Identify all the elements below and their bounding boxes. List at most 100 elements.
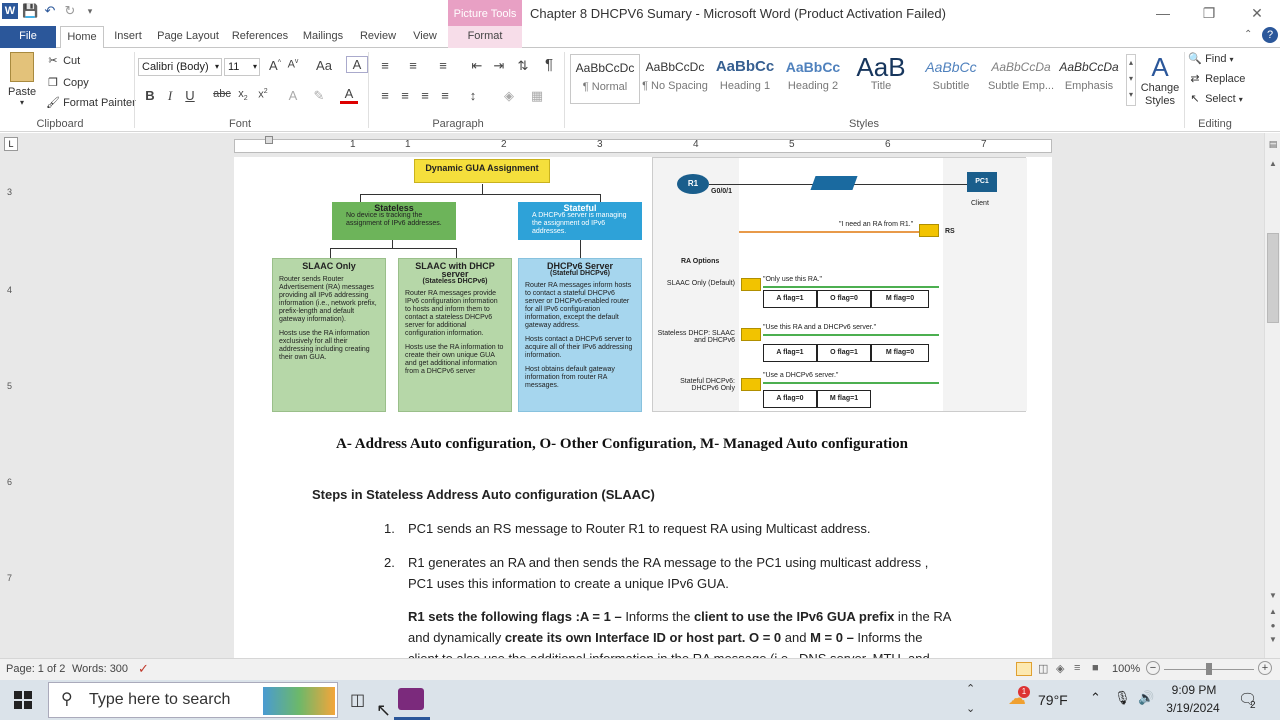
word-count[interactable]: Words: 300 bbox=[72, 663, 128, 675]
sort-icon[interactable]: ⇅ bbox=[514, 58, 532, 74]
help-icon[interactable]: ? bbox=[1262, 27, 1278, 43]
zoom-out-icon[interactable]: − bbox=[1146, 661, 1160, 675]
strikethrough-icon[interactable]: abc bbox=[211, 88, 233, 100]
microphone-icon[interactable]: 🎙 bbox=[1114, 690, 1131, 706]
tab-insert[interactable]: Insert bbox=[112, 26, 144, 48]
align-left-icon[interactable]: ≡ bbox=[376, 88, 394, 103]
weather-temp[interactable]: 79°F bbox=[1038, 692, 1068, 708]
draft-icon[interactable]: ■ bbox=[1092, 662, 1099, 674]
underline-icon[interactable]: U bbox=[181, 88, 199, 103]
teams-app-icon[interactable] bbox=[398, 688, 424, 710]
vertical-ruler[interactable]: 3 4 5 6 7 bbox=[0, 157, 22, 658]
align-center-icon[interactable]: ≡ bbox=[396, 88, 414, 103]
styles-scroll[interactable]: ▴ ▾ ▾ bbox=[1126, 54, 1136, 106]
tray-chevron-icon[interactable]: ⌃ bbox=[1090, 690, 1101, 706]
clock-date[interactable]: 3/19/2024 bbox=[1160, 701, 1226, 715]
style-heading-2[interactable]: AaBbCc Heading 2 bbox=[778, 54, 848, 104]
style-normal[interactable]: AaBbCcDc ¶ Normal bbox=[570, 54, 640, 104]
grow-font-icon[interactable]: A^ bbox=[266, 58, 284, 73]
chevron-down-icon[interactable]: ⌄ bbox=[966, 702, 975, 715]
zoom-level[interactable]: 100% bbox=[1112, 663, 1140, 675]
justify-icon[interactable]: ≡ bbox=[436, 88, 454, 103]
restore-icon[interactable]: ❐ bbox=[1194, 2, 1224, 24]
windows-start-icon[interactable] bbox=[14, 691, 32, 709]
change-styles-button[interactable]: A Change Styles bbox=[1138, 52, 1182, 108]
outline-icon[interactable]: ≡ bbox=[1074, 662, 1080, 674]
format-painter-button[interactable]: 🖌 Format Painter bbox=[46, 96, 136, 109]
full-screen-reading-icon[interactable]: ◫ bbox=[1038, 662, 1048, 675]
font-size-combo[interactable]: 11 ▾ bbox=[224, 58, 260, 76]
previous-page-icon[interactable]: ▲ bbox=[1267, 607, 1279, 616]
ruler-toggle-icon[interactable]: ▤ bbox=[1267, 139, 1279, 151]
tab-format[interactable]: Format bbox=[448, 26, 522, 48]
tab-file[interactable]: File bbox=[0, 26, 56, 48]
font-name-combo[interactable]: Calibri (Body) ▾ bbox=[138, 58, 222, 76]
word-app-icon[interactable]: W bbox=[2, 3, 18, 19]
line-spacing-icon[interactable]: ↕ bbox=[464, 88, 482, 103]
font-color-icon[interactable]: A bbox=[340, 86, 358, 104]
page-count[interactable]: Page: 1 of 2 bbox=[6, 663, 65, 675]
style-heading-1[interactable]: AaBbCc Heading 1 bbox=[710, 54, 780, 104]
chevron-up-icon[interactable]: ⌃ bbox=[966, 682, 975, 695]
web-layout-icon[interactable]: ◈ bbox=[1056, 662, 1064, 675]
tab-references[interactable]: References bbox=[230, 26, 290, 48]
bullets-icon[interactable]: ≡ bbox=[376, 58, 394, 73]
ribbon-minimize-icon[interactable]: ⌃ bbox=[1244, 29, 1252, 40]
dynamic-gua-diagram[interactable]: Dynamic GUA Assignment Stateless No devic… bbox=[272, 157, 647, 413]
vertical-scrollbar[interactable]: ▤ ▲ ▼ ▲ ● ▼ bbox=[1264, 133, 1280, 658]
volume-icon[interactable]: 🔊 bbox=[1138, 690, 1154, 706]
shrink-font-icon[interactable]: Av bbox=[284, 58, 302, 71]
taskbar-search-input[interactable]: ⚲ Type here to search bbox=[48, 682, 338, 718]
style-title[interactable]: AaB Title bbox=[846, 54, 916, 104]
show-formatting-icon[interactable]: ¶ bbox=[540, 56, 558, 73]
undo-icon[interactable]: ↶ bbox=[42, 3, 58, 19]
paste-button[interactable]: Paste ▾ bbox=[8, 52, 36, 107]
close-icon[interactable]: ✕ bbox=[1242, 2, 1272, 24]
select-button[interactable]: ↖ Select ▾ bbox=[1188, 92, 1242, 105]
numbering-icon[interactable]: ≡ bbox=[404, 58, 422, 73]
italic-icon[interactable]: I bbox=[161, 88, 179, 104]
customize-qat-icon[interactable]: ▾ bbox=[82, 3, 98, 19]
tab-home[interactable]: Home bbox=[60, 26, 104, 49]
style-subtitle[interactable]: AaBbCc Subtitle bbox=[916, 54, 986, 104]
copy-button[interactable]: ❐ Copy bbox=[46, 76, 89, 89]
indent-marker[interactable] bbox=[265, 136, 273, 144]
redo-icon[interactable]: ↻ bbox=[62, 3, 78, 19]
scroll-up-icon[interactable]: ▲ bbox=[1267, 159, 1279, 168]
replace-button[interactable]: ⇄ Replace bbox=[1188, 72, 1245, 85]
borders-icon[interactable]: ▦ bbox=[528, 88, 546, 104]
decrease-indent-icon[interactable]: ⇤ bbox=[468, 58, 486, 74]
tab-selector-icon[interactable]: L bbox=[4, 137, 18, 151]
clock-time[interactable]: 9:09 PM bbox=[1166, 683, 1222, 697]
bold-icon[interactable]: B bbox=[141, 88, 159, 103]
minimize-icon[interactable]: — bbox=[1148, 2, 1178, 24]
zoom-in-icon[interactable]: + bbox=[1258, 661, 1272, 675]
tab-page-layout[interactable]: Page Layout bbox=[156, 26, 220, 48]
task-view-icon[interactable]: ◫ bbox=[350, 690, 365, 710]
tab-review[interactable]: Review bbox=[358, 26, 398, 48]
scroll-down-icon[interactable]: ▼ bbox=[1267, 591, 1279, 600]
style-subtle-emphasis[interactable]: AaBbCcDa Subtle Emp... bbox=[986, 54, 1056, 104]
highlight-icon[interactable]: ✎ bbox=[310, 88, 328, 104]
change-case-icon[interactable]: Aa bbox=[312, 58, 336, 73]
ra-options-diagram[interactable]: R1 G0/0/1 PC1 Client "I need an RA from … bbox=[652, 157, 1027, 412]
shading-icon[interactable]: ◈ bbox=[500, 88, 518, 104]
next-page-icon[interactable]: ▼ bbox=[1267, 635, 1279, 644]
proofing-icon[interactable]: ✓ bbox=[138, 661, 149, 677]
text-effects-icon[interactable]: A bbox=[284, 88, 302, 103]
tab-mailings[interactable]: Mailings bbox=[300, 26, 346, 48]
print-layout-icon[interactable] bbox=[1016, 662, 1032, 676]
find-button[interactable]: 🔍 Find ▾ bbox=[1188, 52, 1233, 65]
clear-formatting-icon[interactable]: A bbox=[346, 56, 368, 73]
style-no-spacing[interactable]: AaBbCcDc ¶ No Spacing bbox=[640, 54, 710, 104]
document-page[interactable]: Dynamic GUA Assignment Stateless No devic… bbox=[234, 157, 1052, 658]
align-right-icon[interactable]: ≡ bbox=[416, 88, 434, 103]
subscript-icon[interactable]: x2 bbox=[234, 88, 252, 102]
style-emphasis[interactable]: AaBbCcDa Emphasis bbox=[1054, 54, 1124, 104]
increase-indent-icon[interactable]: ⇥ bbox=[490, 58, 508, 74]
zoom-slider-thumb[interactable] bbox=[1206, 663, 1212, 675]
select-browse-object-icon[interactable]: ● bbox=[1267, 621, 1279, 630]
save-icon[interactable]: 💾 bbox=[22, 3, 38, 19]
multilevel-list-icon[interactable]: ≡ bbox=[434, 58, 452, 73]
horizontal-ruler[interactable]: 1 1 2 3 4 5 6 7 bbox=[234, 136, 1052, 153]
